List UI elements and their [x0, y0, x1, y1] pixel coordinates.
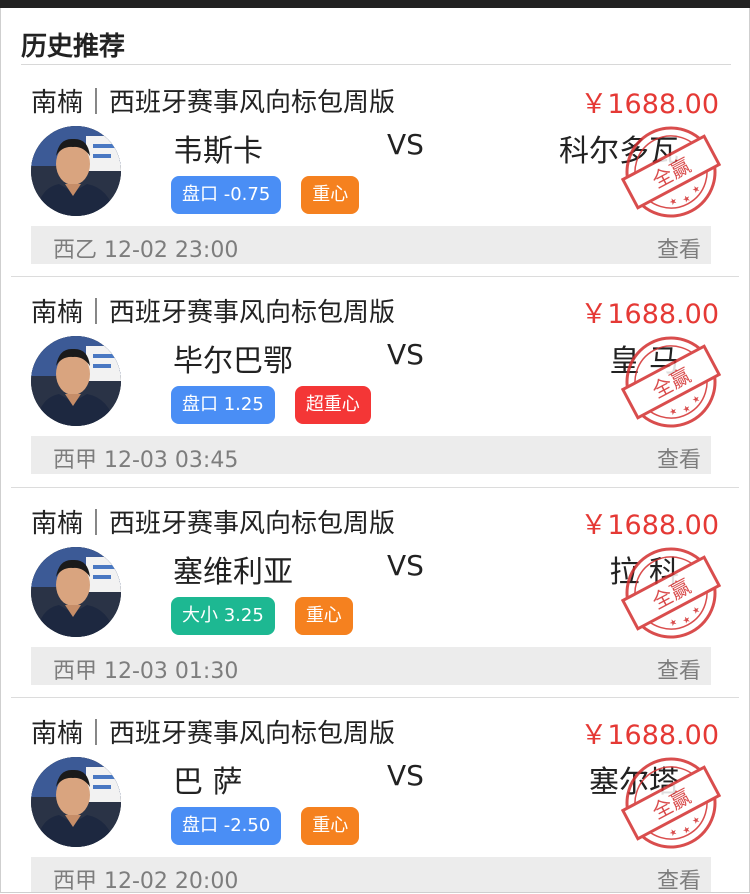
view-button[interactable]: 查看	[657, 442, 701, 474]
svg-text:★: ★	[681, 824, 693, 837]
plan-title: 南楠｜西班牙赛事风向标包周版	[31, 719, 396, 749]
odds-tag: 大小 3.25	[171, 597, 275, 635]
win-stamp-icon: 全赢 ★ ★ ★	[620, 122, 722, 222]
card-divider	[11, 487, 739, 488]
recommend-card[interactable]: 南楠｜西班牙赛事风向标包周版 ￥1688.00 韦斯卡 VS 科尔多瓦 盘口 -…	[1, 66, 749, 277]
match-footer: 西乙 12-02 23:00 查看	[31, 226, 711, 264]
avatar-photo	[31, 126, 121, 216]
avatar	[31, 336, 121, 426]
odds-tag: 盘口 -0.75	[171, 176, 282, 214]
view-button[interactable]: 查看	[657, 653, 701, 685]
win-stamp-icon: 全赢 ★ ★ ★	[620, 543, 722, 643]
svg-text:★: ★	[691, 394, 703, 407]
weight-tag: 重心	[301, 807, 360, 845]
odds-tag: 盘口 -2.50	[171, 807, 282, 845]
match-time: 西乙 12-02 23:00	[53, 238, 239, 263]
price: ￥1688.00	[580, 299, 719, 330]
win-stamp-icon: 全赢 ★ ★ ★	[620, 753, 722, 853]
match-footer: 西甲 12-02 20:00 查看	[31, 857, 711, 893]
svg-text:★: ★	[681, 614, 693, 627]
avatar-photo	[31, 547, 121, 637]
avatar-photo	[31, 757, 121, 847]
recommend-card[interactable]: 南楠｜西班牙赛事风向标包周版 ￥1688.00 巴 萨 VS 塞尔塔 盘口 -2…	[1, 697, 749, 893]
svg-text:★: ★	[691, 815, 703, 828]
svg-text:★: ★	[681, 403, 693, 416]
home-team: 韦斯卡	[173, 134, 263, 169]
section-title: 历史推荐	[21, 32, 126, 62]
price: ￥1688.00	[580, 89, 719, 120]
weight-tag: 重心	[294, 597, 353, 635]
home-team: 毕尔巴鄂	[173, 344, 293, 379]
avatar-photo	[31, 336, 121, 426]
home-team: 巴 萨	[173, 765, 243, 800]
view-button[interactable]: 查看	[657, 863, 701, 892]
match-time: 西甲 12-03 03:45	[53, 448, 239, 473]
weight-tag: 重心	[301, 176, 360, 214]
match-time: 西甲 12-03 01:30	[53, 659, 239, 684]
avatar	[31, 126, 121, 216]
recommend-card[interactable]: 南楠｜西班牙赛事风向标包周版 ￥1688.00 毕尔巴鄂 VS 皇 马 盘口 1…	[1, 276, 749, 487]
versus-label: VS	[387, 128, 424, 161]
plan-title: 南楠｜西班牙赛事风向标包周版	[31, 88, 396, 118]
top-status-bar	[0, 0, 750, 8]
home-team: 塞维利亚	[173, 555, 293, 590]
match-time: 西甲 12-02 20:00	[53, 869, 239, 893]
plan-title: 南楠｜西班牙赛事风向标包周版	[31, 509, 396, 539]
price: ￥1688.00	[580, 510, 719, 541]
price: ￥1688.00	[580, 720, 719, 751]
svg-text:★: ★	[691, 605, 703, 618]
history-panel: 历史推荐 南楠｜西班牙赛事风向标包周版 ￥1688.00 韦斯卡 VS 科尔多瓦…	[0, 8, 750, 893]
svg-text:★: ★	[691, 184, 703, 197]
versus-label: VS	[387, 759, 424, 792]
win-stamp-icon: 全赢 ★ ★ ★	[620, 332, 722, 432]
plan-title: 南楠｜西班牙赛事风向标包周版	[31, 298, 396, 328]
view-button[interactable]: 查看	[657, 232, 701, 264]
avatar	[31, 757, 121, 847]
weight-tag: 超重心	[294, 386, 371, 424]
avatar	[31, 547, 121, 637]
recommend-card[interactable]: 南楠｜西班牙赛事风向标包周版 ￥1688.00 塞维利亚 VS 拉 科 大小 3…	[1, 487, 749, 698]
card-divider	[11, 276, 739, 277]
odds-tag: 盘口 1.25	[171, 386, 275, 424]
versus-label: VS	[387, 338, 424, 371]
title-divider	[21, 64, 731, 65]
versus-label: VS	[387, 549, 424, 582]
svg-text:★: ★	[681, 193, 693, 206]
match-footer: 西甲 12-03 03:45 查看	[31, 436, 711, 474]
match-footer: 西甲 12-03 01:30 查看	[31, 647, 711, 685]
card-divider	[11, 697, 739, 698]
